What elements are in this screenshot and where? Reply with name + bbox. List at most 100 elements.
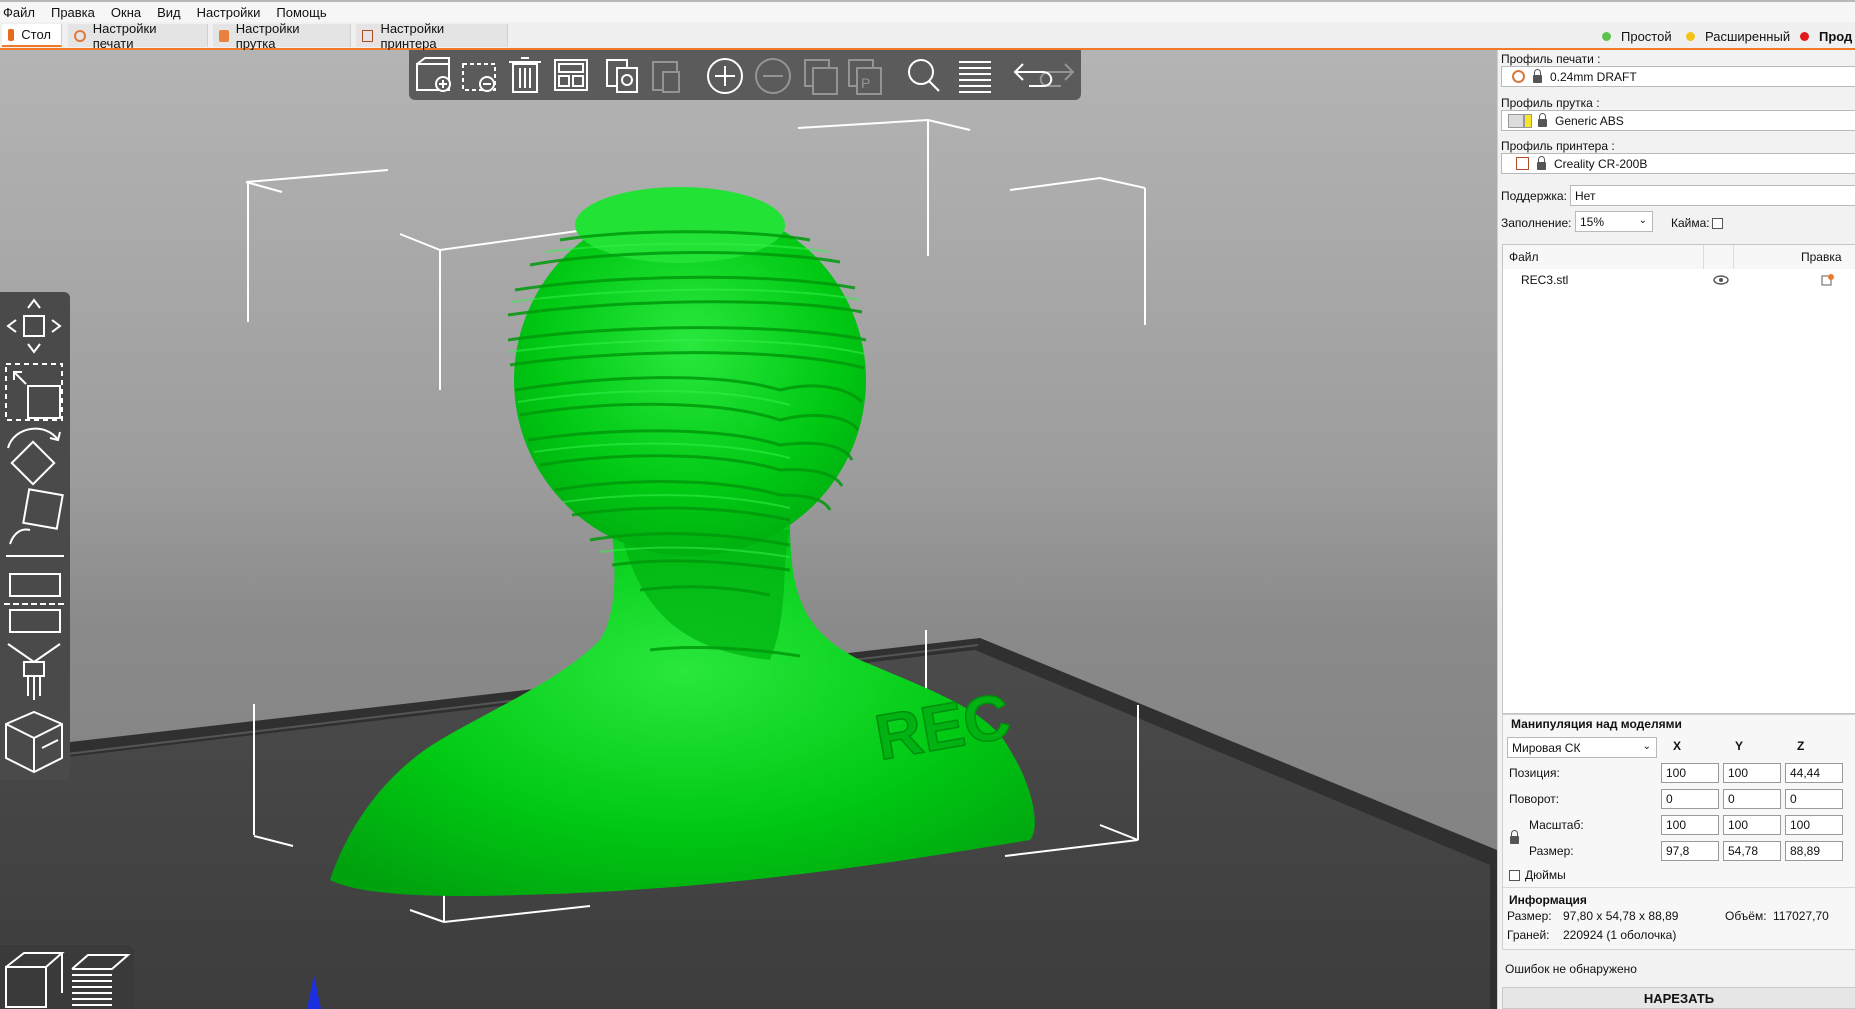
printer-profile-value: Creality CR-200B [1554,156,1648,171]
print-profile-select[interactable]: 0.24mm DRAFT [1501,66,1855,87]
scale-x-input[interactable]: 100 [1661,815,1719,835]
brim-checkbox[interactable] [1712,218,1723,229]
scale-icon[interactable] [5,363,63,421]
cut-icon[interactable] [4,573,66,633]
file-column-header[interactable]: Файл [1509,250,1539,264]
printer-icon [1516,157,1529,170]
delete-all-icon[interactable] [509,57,541,93]
mode-simple-dot [1602,31,1611,41]
printer-profile-select[interactable]: Creality CR-200B [1501,153,1855,174]
infill-label: Заполнение: [1501,216,1572,230]
redo-icon[interactable] [1039,63,1075,87]
rotate-icon[interactable] [7,427,61,486]
support-select[interactable]: Нет [1570,185,1855,206]
mode-advanced-dot [1686,31,1695,41]
menu-help[interactable]: Помощь [268,5,334,20]
instance-remove-icon[interactable] [755,58,791,94]
list-item[interactable]: REC3.stl [1503,269,1855,291]
tab-plater-label: Стол [21,27,51,42]
position-z-input[interactable]: 44,44 [1785,763,1843,783]
tab-print-settings-label: Настройки печати [92,20,157,51]
size-y-input[interactable]: 54,78 [1723,841,1781,861]
lock-icon [1538,112,1547,127]
filament-profile-label: Профиль прутка : [1501,96,1600,110]
menu-window[interactable]: Окна [103,5,149,20]
menu-view[interactable]: Вид [149,5,189,20]
column-divider [1703,245,1704,269]
split-parts-icon[interactable]: P [848,59,882,95]
layers-icon[interactable] [959,61,991,93]
size-x-input[interactable]: 97,8 [1661,841,1719,861]
coordinate-system-select[interactable]: Мировая СК ⌄ [1507,737,1657,758]
tab-print-settings[interactable]: Настройки печати [68,21,208,51]
seam-icon[interactable] [5,710,63,774]
slice-button[interactable]: НАРЕЗАТЬ [1502,987,1855,1009]
right-panel: Профиль печати : 0.24mm DRAFT Профиль пр… [1497,50,1855,1009]
scene: REC [0,118,1497,1009]
printer-icon [362,29,374,42]
edit-settings-icon[interactable] [1821,273,1835,287]
copy-icon[interactable] [606,59,638,93]
rotation-y-input[interactable]: 0 [1723,789,1781,809]
y-header: Y [1735,739,1744,753]
brim-label: Кайма: [1671,216,1710,230]
tab-plater[interactable]: Стол [2,24,62,47]
filament-color-icon [1508,113,1524,128]
tab-printer-settings-label: Настройки принтера [380,20,445,51]
print-profile-label: Профиль печати : [1501,52,1601,66]
paste-icon[interactable] [652,61,680,93]
rotation-z-input[interactable]: 0 [1785,789,1843,809]
divider [1503,887,1855,888]
menu-edit[interactable]: Правка [43,5,103,20]
manip-title: Манипуляция над моделями [1511,717,1682,731]
mode-expert[interactable]: Прод [1800,25,1852,47]
delete-icon[interactable] [462,63,496,92]
split-objects-icon[interactable] [804,59,838,95]
eye-icon[interactable] [1713,274,1729,286]
lock-icon[interactable] [1510,830,1519,844]
add-icon[interactable] [416,57,451,92]
filament-profile-select[interactable]: Generic ABS [1501,110,1855,131]
mode-simple[interactable]: Простой [1602,25,1672,47]
position-x-input[interactable]: 100 [1661,763,1719,783]
scale-z-input[interactable]: 100 [1785,815,1843,835]
move-icon[interactable] [6,298,62,354]
position-label: Позиция: [1509,766,1560,780]
tab-filament-settings-label: Настройки прутка [235,20,300,51]
column-divider [1733,245,1734,269]
inches-checkbox[interactable] [1509,870,1520,881]
edit-column-header[interactable]: Правка [1801,250,1842,264]
lock-icon [1533,68,1542,83]
place-on-face-icon[interactable] [6,488,64,557]
mode-advanced[interactable]: Расширенный [1686,25,1790,47]
3d-view-icon[interactable] [5,952,65,1008]
inches-label: Дюймы [1525,868,1566,882]
cs-value: Мировая СК [1512,740,1581,755]
filament-profile-value: Generic ABS [1555,113,1624,128]
tab-filament-settings[interactable]: Настройки прутка [213,21,351,51]
preview-view-icon[interactable] [71,954,131,1006]
scale-y-input[interactable]: 100 [1723,815,1781,835]
3d-viewport[interactable]: REC P [0,50,1497,1009]
model-rec3[interactable]: REC [330,187,1035,897]
gear-icon [74,29,86,42]
paint-supports-icon[interactable] [7,643,61,700]
menu-file[interactable]: Файл [0,5,43,20]
infill-select[interactable]: 15% ⌄ [1575,211,1653,232]
position-y-input[interactable]: 100 [1723,763,1781,783]
size-label: Размер: [1529,844,1574,858]
info-size-value: 97,80 x 54,78 x 88,89 [1563,909,1679,923]
size-z-input[interactable]: 88,89 [1785,841,1843,861]
info-title: Информация [1509,893,1587,907]
plater-icon [8,28,15,41]
mode-expert-label: Прод [1819,28,1853,44]
arrange-icon[interactable] [554,59,588,91]
mode-expert-dot [1800,31,1809,41]
rotation-x-input[interactable]: 0 [1661,789,1719,809]
search-icon[interactable] [908,59,940,92]
instance-add-icon[interactable] [707,58,743,94]
menu-settings[interactable]: Настройки [189,5,269,20]
undo-icon[interactable] [1013,63,1053,87]
info-faces-label: Граней: [1507,928,1550,942]
tab-printer-settings[interactable]: Настройки принтера [356,21,508,51]
